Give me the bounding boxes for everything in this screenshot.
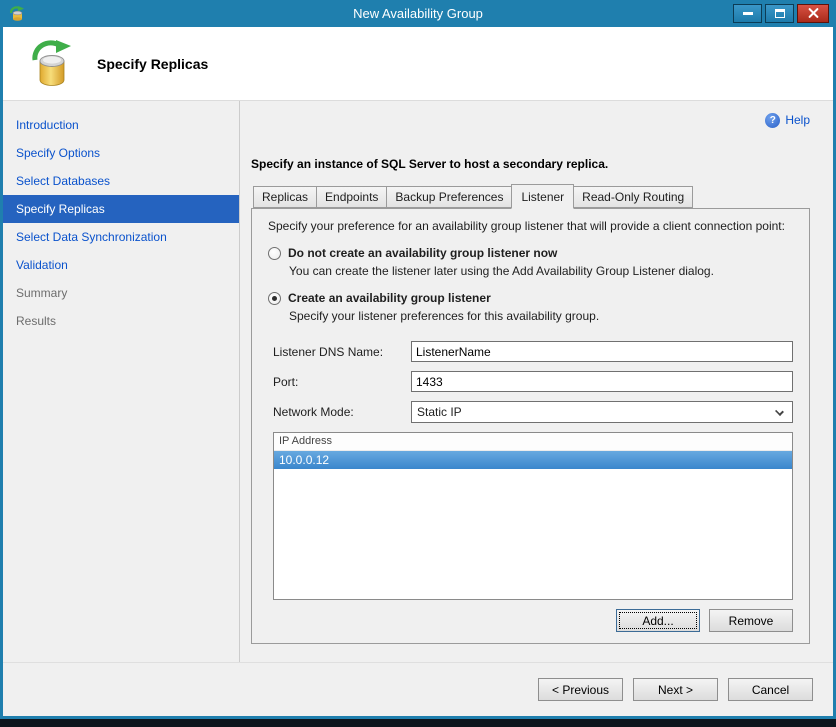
- network-mode-value: Static IP: [417, 405, 462, 419]
- network-mode-dropdown[interactable]: Static IP: [411, 401, 793, 423]
- cancel-button[interactable]: Cancel: [728, 678, 813, 701]
- listener-tab-panel: Specify your preference for an availabil…: [251, 208, 810, 644]
- minimize-icon: [742, 12, 753, 15]
- chevron-down-icon: [775, 407, 784, 416]
- ip-address-column-header: IP Address: [274, 433, 792, 451]
- ip-address-listbox[interactable]: IP Address 10.0.0.12: [273, 432, 793, 600]
- help-icon: [765, 112, 781, 128]
- add-button[interactable]: Add...: [616, 609, 700, 632]
- wizard-body: Introduction Specify Options Select Data…: [3, 101, 833, 662]
- sidebar-item-specify-replicas[interactable]: Specify Replicas: [3, 195, 239, 223]
- sidebar-item-validation[interactable]: Validation: [3, 251, 239, 279]
- listener-dns-name-input[interactable]: [411, 341, 793, 362]
- window-title: New Availability Group: [353, 6, 483, 21]
- radio-create-listener-label[interactable]: Create an availability group listener: [288, 291, 491, 305]
- wizard-footer: < Previous Next > Cancel: [3, 662, 833, 716]
- wizard-steps-sidebar: Introduction Specify Options Select Data…: [3, 101, 240, 662]
- create-listener-description: Specify your listener preferences for th…: [289, 309, 600, 323]
- maximize-icon: [774, 9, 785, 18]
- previous-button[interactable]: < Previous: [538, 678, 623, 701]
- titlebar[interactable]: New Availability Group: [3, 0, 833, 27]
- sidebar-item-introduction[interactable]: Introduction: [3, 111, 239, 139]
- maximize-button[interactable]: [765, 4, 794, 23]
- replica-tabs: Replicas Endpoints Backup Preferences Li…: [251, 184, 810, 209]
- minimize-button[interactable]: [733, 4, 762, 23]
- sidebar-item-summary: Summary: [16, 286, 68, 300]
- radio-create-listener[interactable]: [268, 291, 281, 305]
- remove-button[interactable]: Remove: [709, 609, 793, 632]
- sidebar-item-select-data-synchronization[interactable]: Select Data Synchronization: [3, 223, 239, 251]
- page-instruction: Specify an instance of SQL Server to hos…: [251, 157, 609, 171]
- close-icon: [807, 7, 820, 20]
- sidebar-item-select-databases[interactable]: Select Databases: [3, 167, 239, 195]
- help-label: Help: [785, 113, 810, 127]
- next-button[interactable]: Next >: [633, 678, 718, 701]
- caption-buttons: [733, 4, 829, 23]
- list-item-ip-address[interactable]: 10.0.0.12: [274, 451, 792, 469]
- page-title: Specify Replicas: [97, 55, 209, 72]
- sidebar-item-results: Results: [16, 314, 57, 328]
- wizard-content: Help Specify an instance of SQL Server t…: [240, 101, 833, 662]
- close-button[interactable]: [797, 4, 829, 23]
- radio-no-listener[interactable]: [268, 246, 281, 260]
- tab-endpoints[interactable]: Endpoints: [316, 186, 388, 208]
- sidebar-item-specify-options[interactable]: Specify Options: [3, 139, 239, 167]
- availability-group-icon: [29, 39, 75, 88]
- listener-dns-name-label: Listener DNS Name:: [273, 344, 384, 359]
- new-availability-group-window: New Availability Group Specify Replicas …: [0, 0, 836, 719]
- tab-backup-preferences[interactable]: Backup Preferences: [386, 186, 513, 208]
- help-link[interactable]: Help: [765, 112, 810, 128]
- listener-intro-text: Specify your preference for an availabil…: [268, 219, 785, 233]
- wizard-header: Specify Replicas: [3, 27, 833, 101]
- window-icon: [9, 5, 25, 22]
- port-label: Port:: [273, 374, 299, 389]
- tab-listener[interactable]: Listener: [511, 184, 575, 209]
- network-mode-label: Network Mode:: [273, 405, 354, 419]
- port-input[interactable]: [411, 371, 793, 392]
- no-listener-description: You can create the listener later using …: [289, 264, 714, 278]
- radio-no-listener-label[interactable]: Do not create an availability group list…: [288, 246, 557, 260]
- tab-read-only-routing[interactable]: Read-Only Routing: [573, 186, 694, 208]
- tab-replicas[interactable]: Replicas: [253, 186, 318, 208]
